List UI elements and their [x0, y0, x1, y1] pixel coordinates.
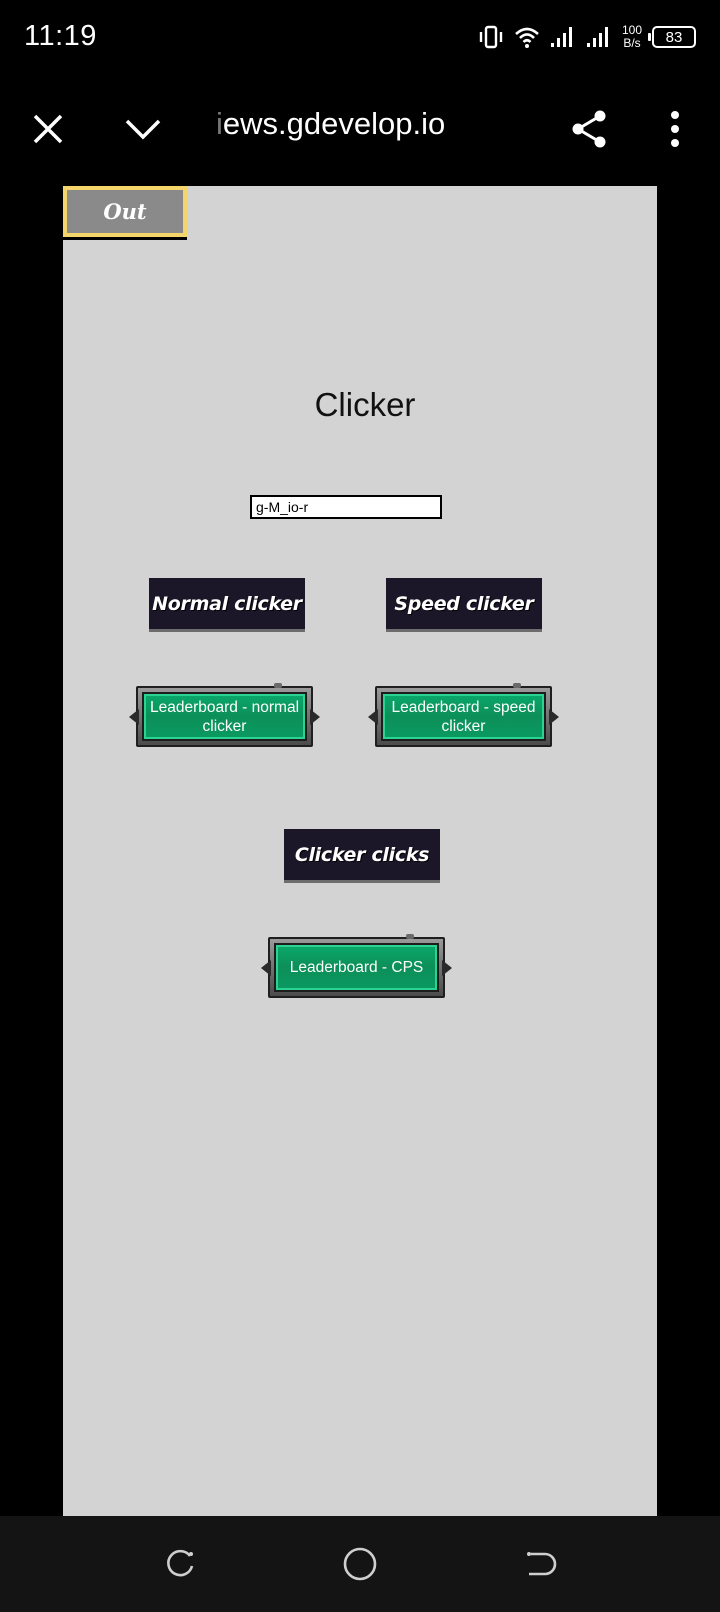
- home-icon: [343, 1547, 377, 1581]
- status-bar: 11:19 100 B/s 83: [0, 0, 720, 74]
- system-nav-bar: [0, 1516, 720, 1612]
- more-options-button[interactable]: [650, 104, 700, 154]
- signal-icon: [586, 25, 612, 49]
- button-nub: [310, 709, 320, 725]
- game-canvas: Out Clicker Normal clicker Speed clicker…: [63, 186, 657, 1516]
- leaderboard-cps-label: Leaderboard - CPS: [274, 943, 439, 992]
- recents-icon: [167, 1549, 194, 1577]
- share-button[interactable]: [564, 104, 614, 154]
- minimize-button[interactable]: [118, 104, 168, 154]
- signal-icon: [550, 25, 576, 49]
- name-input[interactable]: [250, 495, 442, 519]
- leaderboard-cps-button[interactable]: Leaderboard - CPS: [261, 934, 452, 998]
- close-button[interactable]: [23, 104, 73, 154]
- network-speed: 100 B/s: [622, 24, 642, 50]
- leaderboard-speed-label: Leaderboard - speed clicker: [381, 692, 546, 741]
- back-icon: [527, 1552, 557, 1576]
- button-nub: [261, 960, 271, 976]
- wifi-icon: [514, 25, 540, 49]
- recents-button[interactable]: [160, 1544, 200, 1584]
- network-speed-unit: B/s: [623, 36, 641, 50]
- vibrate-icon: [478, 25, 504, 49]
- clicker-clicks-button[interactable]: Clicker clicks: [284, 829, 440, 880]
- close-icon: [33, 114, 63, 144]
- button-nub: [442, 960, 452, 976]
- page-title: Clicker: [314, 386, 416, 423]
- more-vert-icon: [671, 111, 679, 147]
- leaderboard-normal-button[interactable]: Leaderboard - normal clicker: [129, 683, 320, 747]
- battery-icon: 83: [648, 26, 696, 48]
- home-button[interactable]: [340, 1544, 380, 1584]
- button-pin: [513, 683, 521, 688]
- chevron-down-icon: [125, 119, 161, 140]
- button-nub: [549, 709, 559, 725]
- url-text: ews.gdevelop.io: [222, 106, 446, 141]
- url-bar[interactable]: iews.gdevelop.io: [216, 106, 445, 142]
- speed-clicker-button[interactable]: Speed clicker: [386, 578, 542, 629]
- back-button[interactable]: [520, 1544, 560, 1584]
- leaderboard-speed-button[interactable]: Leaderboard - speed clicker: [368, 683, 559, 747]
- out-button[interactable]: Out: [63, 186, 187, 237]
- button-pin: [274, 683, 282, 688]
- status-time: 11:19: [24, 20, 97, 52]
- battery-level: 83: [665, 28, 683, 46]
- status-icons: 100 B/s 83: [478, 22, 696, 52]
- screen: 11:19 100 B/s 83 iews.gdevelop.io Out Cl…: [0, 0, 720, 1612]
- button-pin: [406, 934, 414, 939]
- button-nub: [129, 709, 139, 725]
- url-faded: i: [216, 106, 223, 141]
- button-nub: [368, 709, 378, 725]
- normal-clicker-button[interactable]: Normal clicker: [149, 578, 305, 629]
- leaderboard-normal-label: Leaderboard - normal clicker: [142, 692, 307, 741]
- share-icon: [572, 110, 606, 148]
